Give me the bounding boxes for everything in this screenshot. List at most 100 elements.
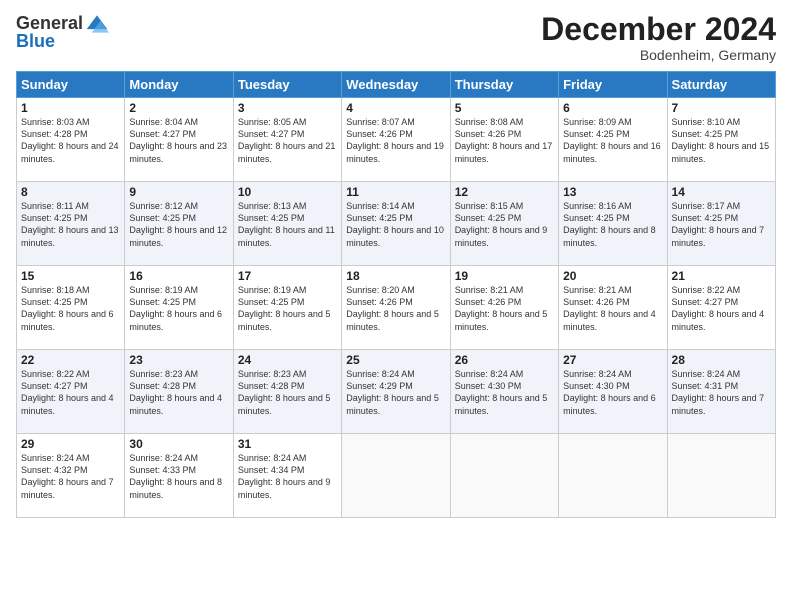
calendar-cell: 1Sunrise: 8:03 AMSunset: 4:28 PMDaylight…: [17, 98, 125, 182]
header-monday: Monday: [125, 72, 233, 98]
day-number: 25: [346, 353, 445, 367]
week-row-5: 29Sunrise: 8:24 AMSunset: 4:32 PMDayligh…: [17, 434, 776, 518]
header-friday: Friday: [559, 72, 667, 98]
calendar-cell: 12Sunrise: 8:15 AMSunset: 4:25 PMDayligh…: [450, 182, 558, 266]
logo-blue-text: Blue: [16, 31, 55, 51]
day-number: 31: [238, 437, 337, 451]
day-number: 5: [455, 101, 554, 115]
calendar-cell: 8Sunrise: 8:11 AMSunset: 4:25 PMDaylight…: [17, 182, 125, 266]
day-number: 3: [238, 101, 337, 115]
day-info: Sunrise: 8:19 AMSunset: 4:25 PMDaylight:…: [129, 284, 228, 333]
calendar-cell: 22Sunrise: 8:22 AMSunset: 4:27 PMDayligh…: [17, 350, 125, 434]
calendar-cell: [559, 434, 667, 518]
day-info: Sunrise: 8:16 AMSunset: 4:25 PMDaylight:…: [563, 200, 662, 249]
calendar-cell: 31Sunrise: 8:24 AMSunset: 4:34 PMDayligh…: [233, 434, 341, 518]
day-info: Sunrise: 8:19 AMSunset: 4:25 PMDaylight:…: [238, 284, 337, 333]
day-number: 27: [563, 353, 662, 367]
header-saturday: Saturday: [667, 72, 775, 98]
calendar-cell: 7Sunrise: 8:10 AMSunset: 4:25 PMDaylight…: [667, 98, 775, 182]
day-info: Sunrise: 8:24 AMSunset: 4:33 PMDaylight:…: [129, 452, 228, 501]
calendar-cell: 25Sunrise: 8:24 AMSunset: 4:29 PMDayligh…: [342, 350, 450, 434]
day-info: Sunrise: 8:14 AMSunset: 4:25 PMDaylight:…: [346, 200, 445, 249]
calendar-cell: 15Sunrise: 8:18 AMSunset: 4:25 PMDayligh…: [17, 266, 125, 350]
title-block: December 2024 Bodenheim, Germany: [541, 12, 776, 63]
calendar-cell: 16Sunrise: 8:19 AMSunset: 4:25 PMDayligh…: [125, 266, 233, 350]
header-sunday: Sunday: [17, 72, 125, 98]
calendar-cell: 24Sunrise: 8:23 AMSunset: 4:28 PMDayligh…: [233, 350, 341, 434]
calendar-cell: 6Sunrise: 8:09 AMSunset: 4:25 PMDaylight…: [559, 98, 667, 182]
calendar-cell: 20Sunrise: 8:21 AMSunset: 4:26 PMDayligh…: [559, 266, 667, 350]
day-info: Sunrise: 8:24 AMSunset: 4:30 PMDaylight:…: [563, 368, 662, 417]
week-row-1: 1Sunrise: 8:03 AMSunset: 4:28 PMDaylight…: [17, 98, 776, 182]
day-info: Sunrise: 8:03 AMSunset: 4:28 PMDaylight:…: [21, 116, 120, 165]
day-info: Sunrise: 8:11 AMSunset: 4:25 PMDaylight:…: [21, 200, 120, 249]
day-number: 26: [455, 353, 554, 367]
day-number: 13: [563, 185, 662, 199]
day-info: Sunrise: 8:04 AMSunset: 4:27 PMDaylight:…: [129, 116, 228, 165]
day-info: Sunrise: 8:24 AMSunset: 4:34 PMDaylight:…: [238, 452, 337, 501]
day-number: 15: [21, 269, 120, 283]
calendar: SundayMondayTuesdayWednesdayThursdayFrid…: [16, 71, 776, 518]
day-number: 8: [21, 185, 120, 199]
day-number: 6: [563, 101, 662, 115]
calendar-cell: [342, 434, 450, 518]
day-number: 2: [129, 101, 228, 115]
day-number: 4: [346, 101, 445, 115]
day-number: 29: [21, 437, 120, 451]
day-info: Sunrise: 8:24 AMSunset: 4:30 PMDaylight:…: [455, 368, 554, 417]
day-number: 20: [563, 269, 662, 283]
day-number: 30: [129, 437, 228, 451]
day-info: Sunrise: 8:24 AMSunset: 4:32 PMDaylight:…: [21, 452, 120, 501]
day-info: Sunrise: 8:12 AMSunset: 4:25 PMDaylight:…: [129, 200, 228, 249]
day-number: 7: [672, 101, 771, 115]
day-info: Sunrise: 8:20 AMSunset: 4:26 PMDaylight:…: [346, 284, 445, 333]
header-tuesday: Tuesday: [233, 72, 341, 98]
day-number: 14: [672, 185, 771, 199]
calendar-header-row: SundayMondayTuesdayWednesdayThursdayFrid…: [17, 72, 776, 98]
calendar-cell: 28Sunrise: 8:24 AMSunset: 4:31 PMDayligh…: [667, 350, 775, 434]
calendar-cell: 23Sunrise: 8:23 AMSunset: 4:28 PMDayligh…: [125, 350, 233, 434]
calendar-cell: 9Sunrise: 8:12 AMSunset: 4:25 PMDaylight…: [125, 182, 233, 266]
day-info: Sunrise: 8:21 AMSunset: 4:26 PMDaylight:…: [455, 284, 554, 333]
week-row-3: 15Sunrise: 8:18 AMSunset: 4:25 PMDayligh…: [17, 266, 776, 350]
calendar-cell: 4Sunrise: 8:07 AMSunset: 4:26 PMDaylight…: [342, 98, 450, 182]
day-number: 10: [238, 185, 337, 199]
month-title: December 2024: [541, 12, 776, 47]
day-number: 19: [455, 269, 554, 283]
calendar-cell: 18Sunrise: 8:20 AMSunset: 4:26 PMDayligh…: [342, 266, 450, 350]
subtitle: Bodenheim, Germany: [541, 47, 776, 63]
day-info: Sunrise: 8:13 AMSunset: 4:25 PMDaylight:…: [238, 200, 337, 249]
week-row-4: 22Sunrise: 8:22 AMSunset: 4:27 PMDayligh…: [17, 350, 776, 434]
day-info: Sunrise: 8:08 AMSunset: 4:26 PMDaylight:…: [455, 116, 554, 165]
day-info: Sunrise: 8:18 AMSunset: 4:25 PMDaylight:…: [21, 284, 120, 333]
day-info: Sunrise: 8:22 AMSunset: 4:27 PMDaylight:…: [672, 284, 771, 333]
header: General Blue December 2024 Bodenheim, Ge…: [16, 12, 776, 63]
calendar-cell: 10Sunrise: 8:13 AMSunset: 4:25 PMDayligh…: [233, 182, 341, 266]
day-number: 16: [129, 269, 228, 283]
calendar-cell: 2Sunrise: 8:04 AMSunset: 4:27 PMDaylight…: [125, 98, 233, 182]
day-info: Sunrise: 8:05 AMSunset: 4:27 PMDaylight:…: [238, 116, 337, 165]
calendar-cell: 17Sunrise: 8:19 AMSunset: 4:25 PMDayligh…: [233, 266, 341, 350]
logo: General Blue: [16, 12, 109, 52]
day-info: Sunrise: 8:23 AMSunset: 4:28 PMDaylight:…: [238, 368, 337, 417]
day-number: 28: [672, 353, 771, 367]
logo-icon: [85, 12, 109, 36]
day-info: Sunrise: 8:17 AMSunset: 4:25 PMDaylight:…: [672, 200, 771, 249]
day-info: Sunrise: 8:24 AMSunset: 4:29 PMDaylight:…: [346, 368, 445, 417]
calendar-cell: 21Sunrise: 8:22 AMSunset: 4:27 PMDayligh…: [667, 266, 775, 350]
day-number: 11: [346, 185, 445, 199]
page: General Blue December 2024 Bodenheim, Ge…: [0, 0, 792, 612]
header-wednesday: Wednesday: [342, 72, 450, 98]
day-number: 24: [238, 353, 337, 367]
calendar-cell: 5Sunrise: 8:08 AMSunset: 4:26 PMDaylight…: [450, 98, 558, 182]
day-info: Sunrise: 8:23 AMSunset: 4:28 PMDaylight:…: [129, 368, 228, 417]
week-row-2: 8Sunrise: 8:11 AMSunset: 4:25 PMDaylight…: [17, 182, 776, 266]
calendar-cell: 27Sunrise: 8:24 AMSunset: 4:30 PMDayligh…: [559, 350, 667, 434]
calendar-cell: 14Sunrise: 8:17 AMSunset: 4:25 PMDayligh…: [667, 182, 775, 266]
day-number: 12: [455, 185, 554, 199]
day-number: 22: [21, 353, 120, 367]
day-number: 18: [346, 269, 445, 283]
calendar-cell: [450, 434, 558, 518]
calendar-cell: 29Sunrise: 8:24 AMSunset: 4:32 PMDayligh…: [17, 434, 125, 518]
calendar-cell: 30Sunrise: 8:24 AMSunset: 4:33 PMDayligh…: [125, 434, 233, 518]
